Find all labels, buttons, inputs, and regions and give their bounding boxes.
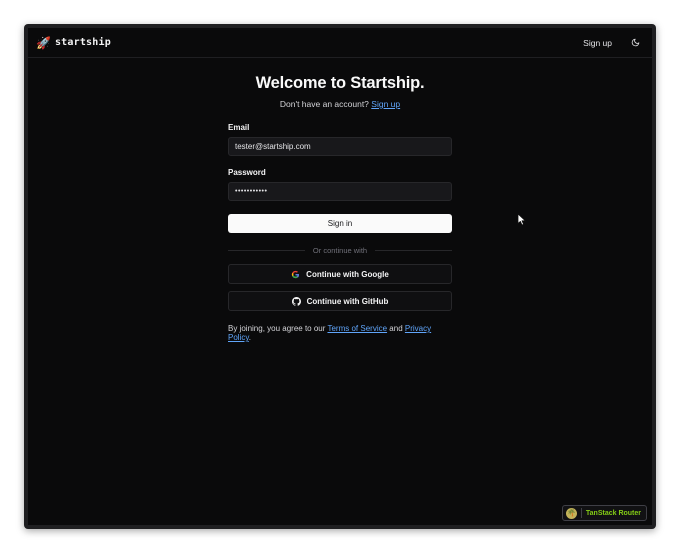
nav-signup-link[interactable]: Sign up (583, 38, 612, 48)
signin-panel: Welcome to Startship. Don't have an acco… (28, 74, 652, 342)
password-field[interactable]: ••••••••••• (228, 182, 452, 201)
devtools-separator (580, 508, 582, 518)
github-signin-button[interactable]: Continue with GitHub (228, 291, 452, 311)
password-label: Password (228, 168, 266, 177)
terms-prefix: By joining, you agree to our (228, 324, 326, 333)
browser-window: 🚀 startship Sign up Welcome to Startship… (24, 24, 656, 529)
divider-line-left (228, 250, 305, 251)
page-title: Welcome to Startship. (255, 74, 425, 92)
google-icon (291, 270, 300, 279)
github-button-label: Continue with GitHub (306, 296, 389, 306)
google-signin-button[interactable]: Continue with Google (228, 264, 452, 284)
moon-icon[interactable] (628, 36, 642, 50)
divider-text: Or continue with (312, 246, 368, 255)
terms-suffix: . (248, 333, 251, 342)
brand-logo[interactable]: 🚀 startship (36, 37, 111, 49)
signup-prompt-text: Don't have an account? (279, 99, 369, 109)
terms-of-service-link[interactable]: Terms of Service (327, 324, 387, 333)
email-field[interactable]: tester@startship.com (228, 137, 452, 156)
tanstack-router-devtools-button[interactable]: 🌴 TanStack Router (561, 505, 647, 521)
google-button-label: Continue with Google (306, 269, 389, 279)
sign-in-button[interactable]: Sign in (228, 214, 452, 233)
devtools-label: TanStack Router (585, 509, 641, 517)
signup-prompt: Don't have an account? Sign up (280, 99, 400, 109)
email-label: Email (228, 123, 250, 132)
terms-and: and (389, 324, 403, 333)
app-root: 🚀 startship Sign up Welcome to Startship… (28, 28, 652, 525)
divider-line-right (375, 250, 453, 251)
signin-form: Email tester@startship.com Password ••••… (228, 123, 453, 342)
oauth-divider: Or continue with (228, 246, 453, 255)
github-icon (291, 296, 301, 306)
top-navbar: 🚀 startship Sign up (28, 28, 652, 58)
rocket-icon: 🚀 (36, 35, 51, 50)
mouse-cursor-icon (517, 213, 526, 226)
tanstack-logo-icon: 🌴 (565, 507, 577, 519)
signup-link[interactable]: Sign up (371, 99, 400, 109)
brand-name: startship (54, 37, 111, 48)
terms-notice: By joining, you agree to our Terms of Se… (228, 324, 452, 342)
